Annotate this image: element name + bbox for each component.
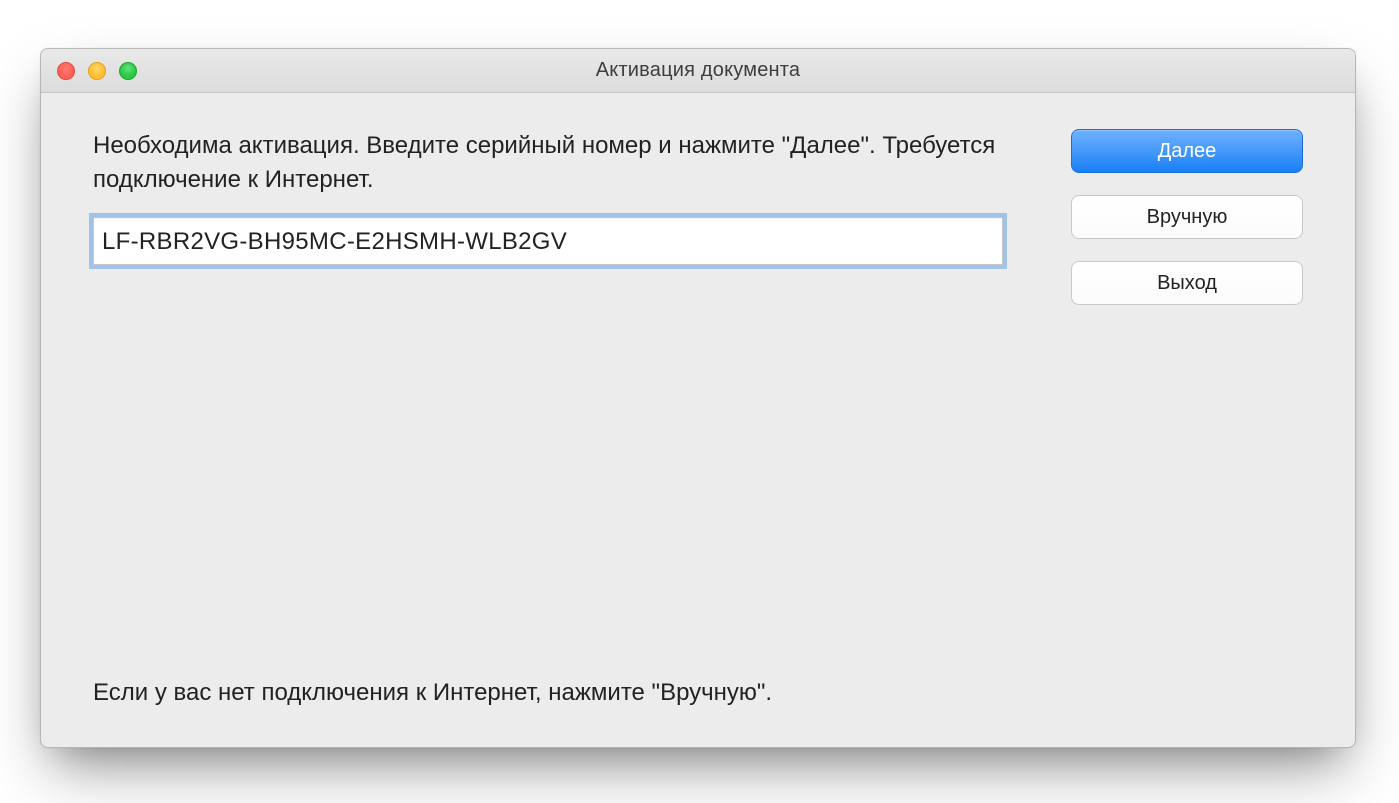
minimize-icon[interactable] <box>88 62 106 80</box>
button-column: Далее Вручную Выход <box>1071 129 1303 305</box>
window-controls <box>57 62 137 80</box>
manual-button[interactable]: Вручную <box>1071 195 1303 239</box>
content-area: Необходима активация. Введите серийный н… <box>41 93 1355 747</box>
left-column: Необходима активация. Введите серийный н… <box>93 129 1003 265</box>
titlebar: Активация документа <box>41 49 1355 93</box>
next-button[interactable]: Далее <box>1071 129 1303 173</box>
serial-field-wrap <box>93 217 1003 265</box>
instructions-text: Необходима активация. Введите серийный н… <box>93 129 1003 197</box>
zoom-icon[interactable] <box>119 62 137 80</box>
window-title: Активация документа <box>41 59 1355 82</box>
close-icon[interactable] <box>57 62 75 80</box>
exit-button[interactable]: Выход <box>1071 261 1303 305</box>
footer-note: Если у вас нет подключения к Интернет, н… <box>93 679 772 707</box>
serial-input[interactable] <box>93 217 1003 265</box>
activation-window: Активация документа Необходима активация… <box>40 48 1356 748</box>
